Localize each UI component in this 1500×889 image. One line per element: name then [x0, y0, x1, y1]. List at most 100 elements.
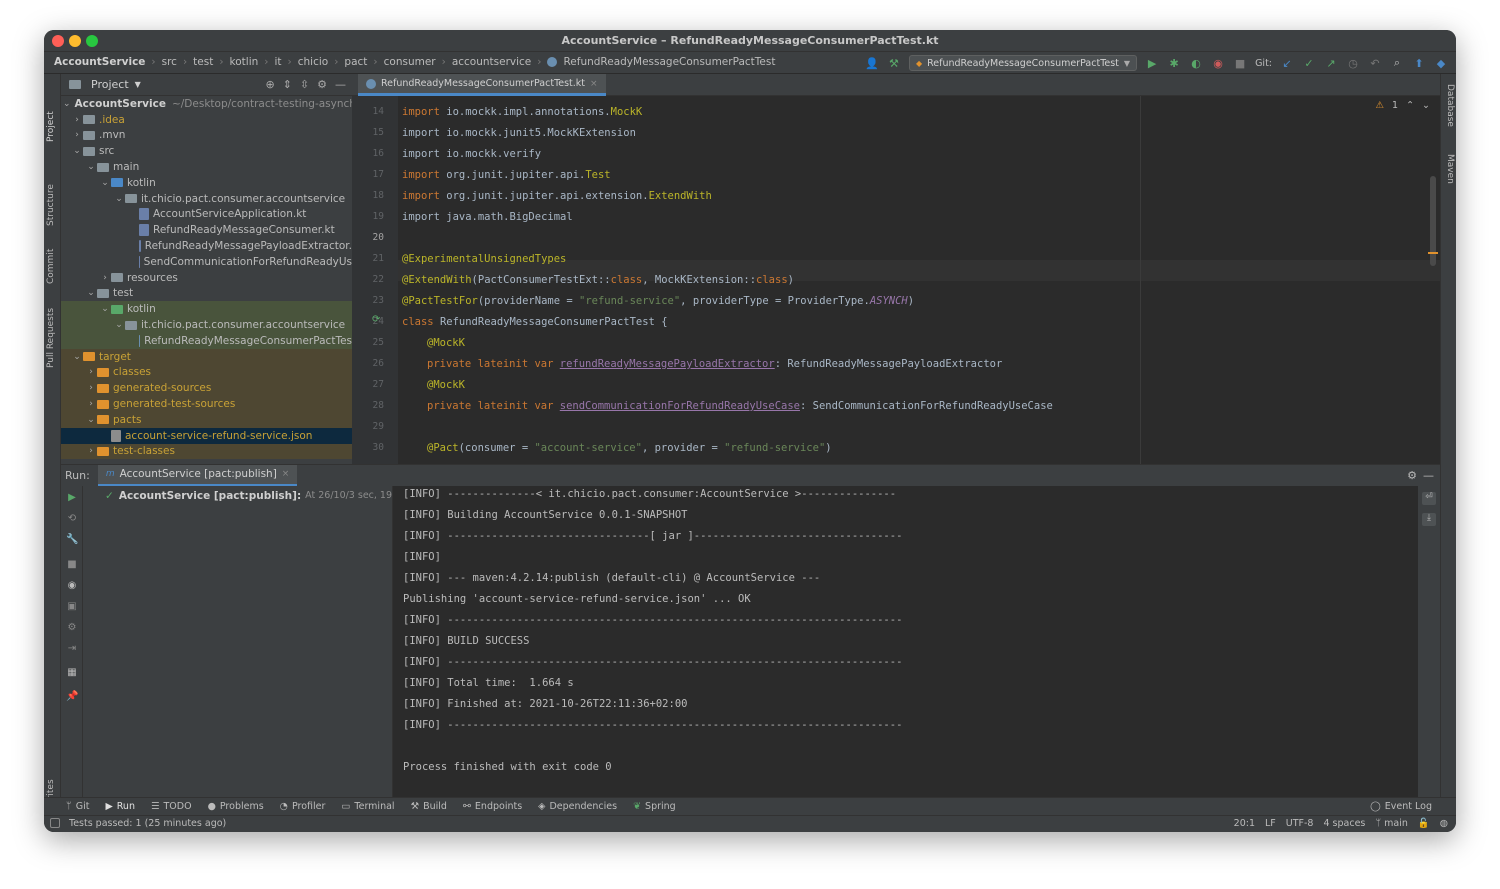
tab-project[interactable]: Project — [46, 82, 59, 142]
tree-item[interactable]: › classes — [61, 364, 352, 381]
history-icon[interactable]: ◷ — [1346, 56, 1360, 70]
tree-item[interactable]: ⌄ target — [61, 348, 352, 365]
breadcrumb-item[interactable]: pact — [344, 56, 367, 68]
tool-windows-icon[interactable] — [50, 818, 60, 828]
breadcrumb-item[interactable]: RefundReadyMessageConsumerPactTest — [563, 56, 775, 68]
wrench-icon[interactable]: 🔧 — [66, 534, 78, 546]
soft-wrap-icon[interactable]: ⏎ — [1422, 492, 1436, 505]
caret-position[interactable]: 20:1 — [1234, 818, 1255, 829]
profile-icon[interactable]: ◉ — [1211, 56, 1225, 70]
collapse-all-icon[interactable]: ⇳ — [300, 78, 309, 91]
tool-problems[interactable]: ● Problems — [208, 801, 264, 812]
tab-database[interactable]: Database — [1443, 84, 1455, 144]
chevron-down-icon[interactable]: ⌄ — [1422, 100, 1430, 111]
gear-icon[interactable]: ⚙ — [317, 78, 327, 91]
run-tab-active[interactable]: m AccountService [pact:publish] × — [97, 464, 298, 487]
export-icon[interactable]: ⇥ — [66, 643, 78, 655]
tree-item[interactable]: AccountServiceApplication.kt — [61, 207, 352, 223]
tree-item[interactable]: ⌄ kotlin — [61, 301, 352, 318]
chevron-down-icon[interactable]: ⌄ — [99, 304, 111, 314]
hide-icon[interactable]: — — [335, 78, 346, 91]
status-message[interactable]: Tests passed: 1 (25 minutes ago) — [69, 818, 226, 829]
rerun-icon[interactable]: ▶ — [66, 492, 78, 504]
editor-tab-active[interactable]: RefundReadyMessageConsumerPactTest.kt × — [358, 74, 606, 96]
chevron-down-icon[interactable]: ⌄ — [85, 415, 97, 425]
close-icon[interactable]: × — [590, 79, 598, 89]
debug-icon[interactable]: ✱ — [1167, 56, 1181, 70]
tree-item[interactable]: › generated-sources — [61, 380, 352, 397]
tree-item-selected[interactable]: account-service-refund-service.json — [61, 427, 352, 444]
tree-item[interactable]: ⌄ kotlin — [61, 175, 352, 191]
tool-terminal[interactable]: ▭ Terminal — [341, 801, 394, 812]
tool-build[interactable]: ⚒ Build — [411, 801, 447, 812]
chevron-down-icon[interactable]: ⌄ — [85, 288, 97, 298]
tree-item[interactable]: SendCommunicationForRefundReadyUs — [61, 254, 352, 270]
build-hammer-icon[interactable]: ⚒ — [887, 56, 901, 70]
tree-item[interactable]: ⌄ it.chicio.pact.consumer.accountservice — [61, 191, 352, 207]
chevron-down-icon[interactable]: ⌄ — [99, 178, 111, 188]
breadcrumb-item[interactable]: src — [162, 56, 177, 68]
tree-item[interactable]: › .idea — [61, 112, 352, 128]
chevron-down-icon[interactable]: ⌄ — [63, 99, 71, 109]
tree-item[interactable]: › test-classes — [61, 443, 352, 460]
breadcrumb-item[interactable]: chicio — [298, 56, 328, 68]
chevron-right-icon[interactable]: › — [85, 383, 97, 393]
git-branch-widget[interactable]: ᛘ main — [1375, 818, 1407, 829]
coverage-icon[interactable]: ◐ — [1189, 56, 1203, 70]
tool-spring[interactable]: ❦ Spring — [633, 801, 676, 812]
settings-icon[interactable]: ⚙ — [66, 622, 78, 634]
tree-item[interactable]: › .mvn — [61, 128, 352, 144]
stop-icon[interactable]: ■ — [1233, 56, 1247, 70]
expand-all-icon[interactable]: ⇕ — [283, 78, 292, 91]
chevron-right-icon[interactable]: › — [71, 130, 83, 140]
tab-structure[interactable]: Structure — [46, 166, 59, 226]
tree-item[interactable]: RefundReadyMessageConsumer.kt — [61, 222, 352, 238]
tree-item[interactable]: ⌄ src — [61, 143, 352, 159]
breadcrumb-item[interactable]: accountservice — [452, 56, 531, 68]
eye-icon[interactable]: ◉ — [66, 580, 78, 592]
chevron-down-icon[interactable]: ⌄ — [113, 194, 125, 204]
tab-maven[interactable]: Maven — [1443, 154, 1455, 194]
tree-item[interactable]: ⌄ test — [61, 286, 352, 302]
tree-item[interactable]: ⌄ main — [61, 159, 352, 175]
breadcrumb-item[interactable]: it — [275, 56, 282, 68]
tool-profiler[interactable]: ◔ Profiler — [280, 801, 326, 812]
run-test-gutter-icon[interactable]: ⟳ — [372, 314, 380, 325]
tree-item-root[interactable]: ⌄ AccountService ~/Desktop/contract-test… — [61, 96, 352, 112]
rerun-failed-icon[interactable]: ⟲ — [66, 513, 78, 525]
tool-todo[interactable]: ☰ TODO — [151, 801, 192, 812]
stop-icon[interactable]: ■ — [66, 559, 78, 571]
indent-setting[interactable]: 4 spaces — [1323, 818, 1365, 829]
rollback-icon[interactable]: ↶ — [1368, 56, 1382, 70]
tree-item[interactable]: ⌄ it.chicio.pact.consumer.accountservice — [61, 317, 352, 333]
tool-run[interactable]: ▶ Run — [105, 801, 135, 812]
file-encoding[interactable]: UTF-8 — [1286, 818, 1314, 829]
tool-git[interactable]: ᛘ Git — [66, 801, 89, 812]
chevron-right-icon[interactable]: › — [99, 273, 111, 283]
user-icon[interactable]: 👤 — [865, 56, 879, 70]
lock-icon[interactable]: 🔓 — [1418, 818, 1430, 829]
tree-item[interactable]: › resources — [61, 270, 352, 286]
run-tree-item[interactable]: ✓ AccountService [pact:publish]: At 26/1… — [83, 488, 415, 504]
pin-icon[interactable]: 📌 — [66, 691, 78, 703]
code-editor[interactable]: ⚠ 1 ⌃ ⌄ import io.mockk.impl.annotations… — [398, 96, 1440, 464]
memory-icon[interactable]: ◍ — [1440, 818, 1448, 829]
tree-item[interactable]: ⌄ pacts — [61, 411, 352, 428]
line-separator[interactable]: LF — [1265, 818, 1276, 829]
console-output[interactable]: [INFO] --------------< it.chicio.pact.co… — [393, 486, 1418, 797]
breadcrumb-item[interactable]: test — [193, 56, 213, 68]
tool-event-log[interactable]: ◯ Event Log — [1370, 801, 1456, 812]
plugin-icon[interactable]: ◆ — [1434, 56, 1448, 70]
tree-item[interactable]: RefundReadyMessagePayloadExtractor. — [61, 238, 352, 254]
breadcrumb-item[interactable]: kotlin — [230, 56, 259, 68]
breadcrumb-item[interactable]: consumer — [384, 56, 436, 68]
chevron-right-icon[interactable]: › — [85, 446, 97, 456]
breadcrumb-item[interactable]: AccountService — [54, 56, 145, 68]
scroll-to-end-icon[interactable]: ⤓ — [1422, 513, 1436, 526]
close-icon[interactable]: × — [282, 469, 290, 479]
project-view-select[interactable]: Project — [91, 78, 129, 91]
chevron-down-icon[interactable]: ⌄ — [113, 320, 125, 330]
tool-endpoints[interactable]: ⚯ Endpoints — [463, 801, 522, 812]
git-update-icon[interactable]: ↙ — [1280, 56, 1294, 70]
chevron-up-icon[interactable]: ⌃ — [1406, 100, 1414, 111]
